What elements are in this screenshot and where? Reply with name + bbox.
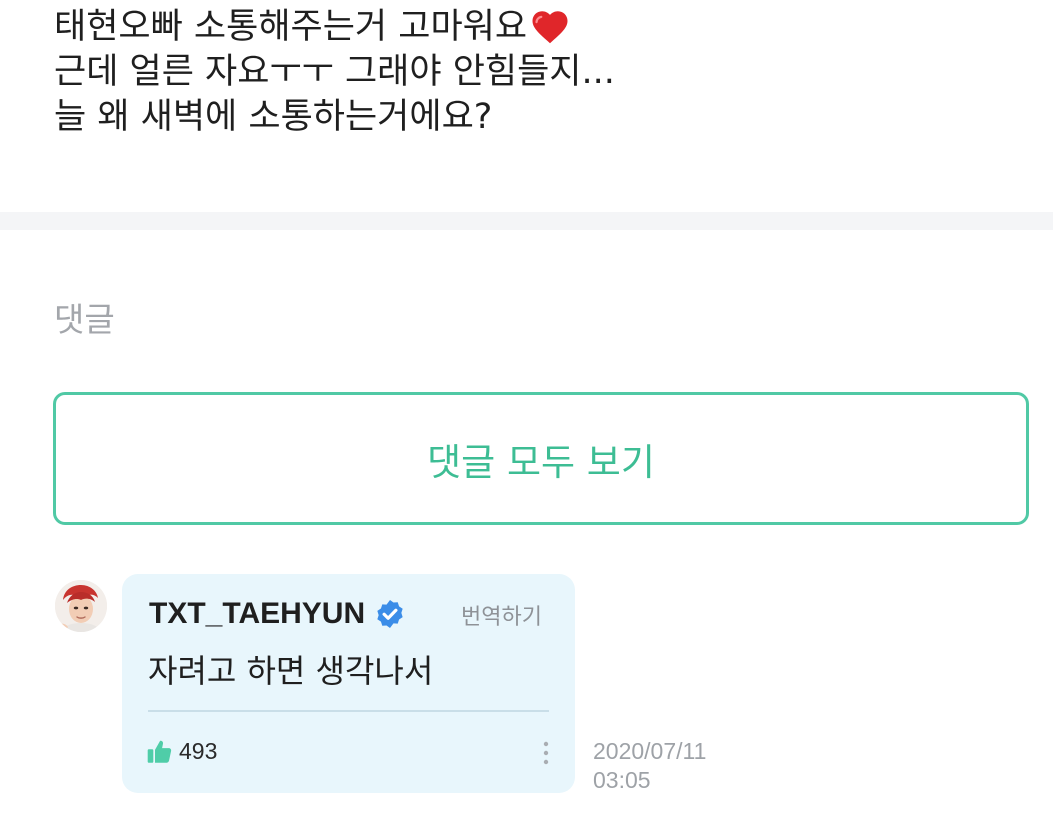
comment-text: 자려고 하면 생각나서: [148, 652, 434, 690]
comment-card: TXT_TAEHYUN 번역하기 자려고 하면 생각나서 493: [122, 574, 575, 793]
comment-timestamp: 2020/07/11 03:05: [593, 737, 706, 795]
verified-badge-icon: [377, 600, 403, 628]
comment-date: 2020/07/11: [593, 738, 707, 764]
post-line-3: 늘 왜 새벽에 소통하는거에요?: [54, 96, 493, 137]
post-line-1-text: 태현오빠 소통해주는거 고마워요: [54, 6, 528, 47]
post-line-2: 근데 얼른 자요ㅜㅜ 그래야 안힘들지...: [54, 51, 615, 92]
avatar-image: [55, 580, 107, 632]
more-vertical-icon[interactable]: [540, 740, 552, 766]
red-heart-icon: [532, 10, 568, 43]
post-line-1: 태현오빠 소통해주는거 고마워요: [54, 4, 1014, 49]
comment-time: 03:05: [593, 767, 651, 793]
like-count: 493: [179, 738, 218, 764]
comment-author-name[interactable]: TXT_TAEHYUN: [149, 596, 365, 632]
section-divider: [0, 212, 1053, 230]
post-body: 태현오빠 소통해주는거 고마워요 근데 얼른 자요ㅜㅜ 그래야 안힘들지... …: [54, 4, 1014, 139]
thumbs-up-icon: [147, 740, 172, 763]
comments-heading: 댓글: [54, 300, 115, 339]
translate-link[interactable]: 번역하기: [461, 604, 542, 632]
avatar[interactable]: [55, 580, 107, 632]
comment-divider: [148, 710, 549, 712]
like-button[interactable]: 493: [146, 737, 217, 765]
comment-author[interactable]: TXT_TAEHYUN: [149, 596, 406, 632]
view-all-comments-button[interactable]: 댓글 모두 보기: [53, 392, 1029, 525]
